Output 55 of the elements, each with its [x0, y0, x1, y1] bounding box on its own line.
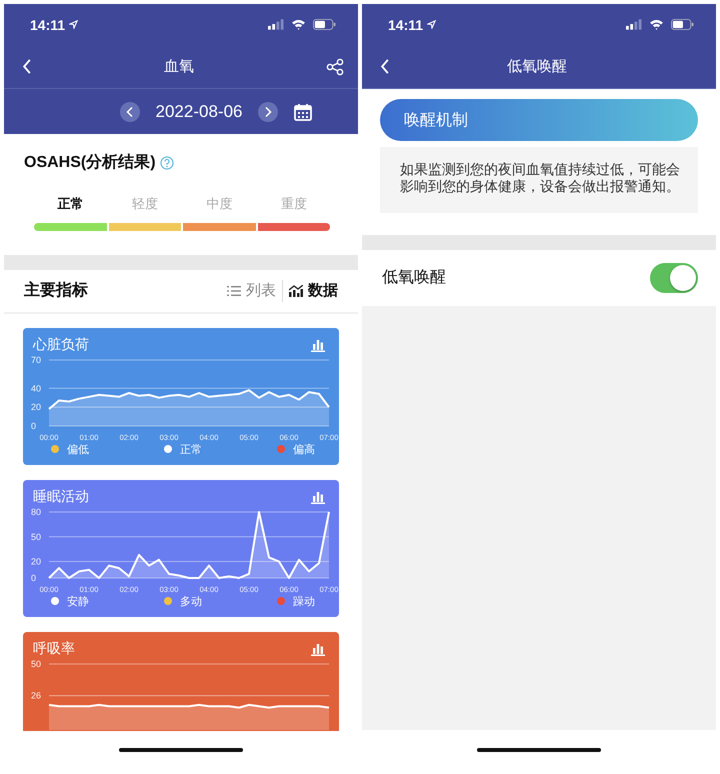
battery-icon [313, 19, 336, 30]
chart-icon [289, 284, 303, 297]
battery-icon [671, 19, 694, 30]
setting-label: 低氧唤醒 [382, 268, 446, 288]
legend-label: 多动 [180, 594, 202, 609]
page-title: 血氧 [163, 57, 195, 76]
signal-icon [626, 19, 642, 30]
back-icon[interactable] [22, 58, 32, 75]
legend-label: 正常 [180, 442, 202, 457]
y-tick-label: 50 [31, 658, 42, 669]
previous-day-button[interactable] [120, 102, 140, 122]
location-icon [69, 20, 78, 29]
status-time: 14:11 [388, 16, 424, 32]
y-tick-label: 50 [31, 532, 42, 542]
signal-icon [268, 19, 284, 30]
wifi-icon [291, 19, 306, 30]
section-title: OSAHS(分析结果) [24, 152, 156, 173]
toggle-switch[interactable] [650, 262, 698, 293]
y-tick-label: 20 [31, 402, 42, 412]
card-title: 心脏负荷 [33, 336, 89, 354]
date-label: 2022-08-06 [156, 102, 242, 122]
back-icon[interactable] [380, 58, 390, 75]
view-tab[interactable]: 列表 [221, 281, 282, 300]
legend-label: 偏高 [293, 442, 315, 457]
y-tick-label: 40 [31, 383, 42, 394]
bar-chart-icon[interactable] [311, 338, 325, 352]
y-tick-label: 20 [31, 556, 42, 566]
page-title: 低氧唤醒 [506, 57, 568, 76]
bar-chart-icon[interactable] [311, 642, 325, 656]
status-time: 14:11 [30, 16, 66, 32]
y-tick-label: 0 [31, 420, 36, 431]
description-text: 如果监测到您的夜间血氧值持续过低，可能会影响到您的身体健康，设备会做出报警通知。 [380, 147, 698, 213]
view-tab[interactable]: 数据 [283, 281, 344, 300]
y-tick-label: 26 [31, 690, 42, 700]
section-header: 唤醒机制 [380, 99, 698, 141]
list-icon [227, 284, 241, 297]
legend-label: 躁动 [293, 594, 315, 609]
share-icon[interactable] [326, 58, 344, 76]
location-icon [427, 20, 436, 29]
severity-label: 轻度 [132, 195, 158, 213]
calendar-icon[interactable] [294, 102, 312, 120]
severity-label: 中度 [206, 195, 232, 213]
wifi-icon [649, 19, 664, 30]
card-title: 睡眠活动 [33, 488, 89, 506]
card-title: 呼吸率 [33, 640, 75, 658]
y-tick-label: 70 [31, 354, 42, 365]
bar-chart-icon[interactable] [311, 490, 325, 504]
severity-label: 正常 [57, 195, 84, 213]
section-title: 主要指标 [24, 280, 88, 302]
next-day-button[interactable] [258, 102, 278, 122]
y-tick-label: 0 [31, 572, 36, 583]
legend-label: 安静 [67, 594, 89, 609]
y-tick-label: 80 [31, 506, 42, 517]
legend-label: 偏低 [67, 442, 89, 457]
severity-label: 重度 [280, 195, 307, 213]
